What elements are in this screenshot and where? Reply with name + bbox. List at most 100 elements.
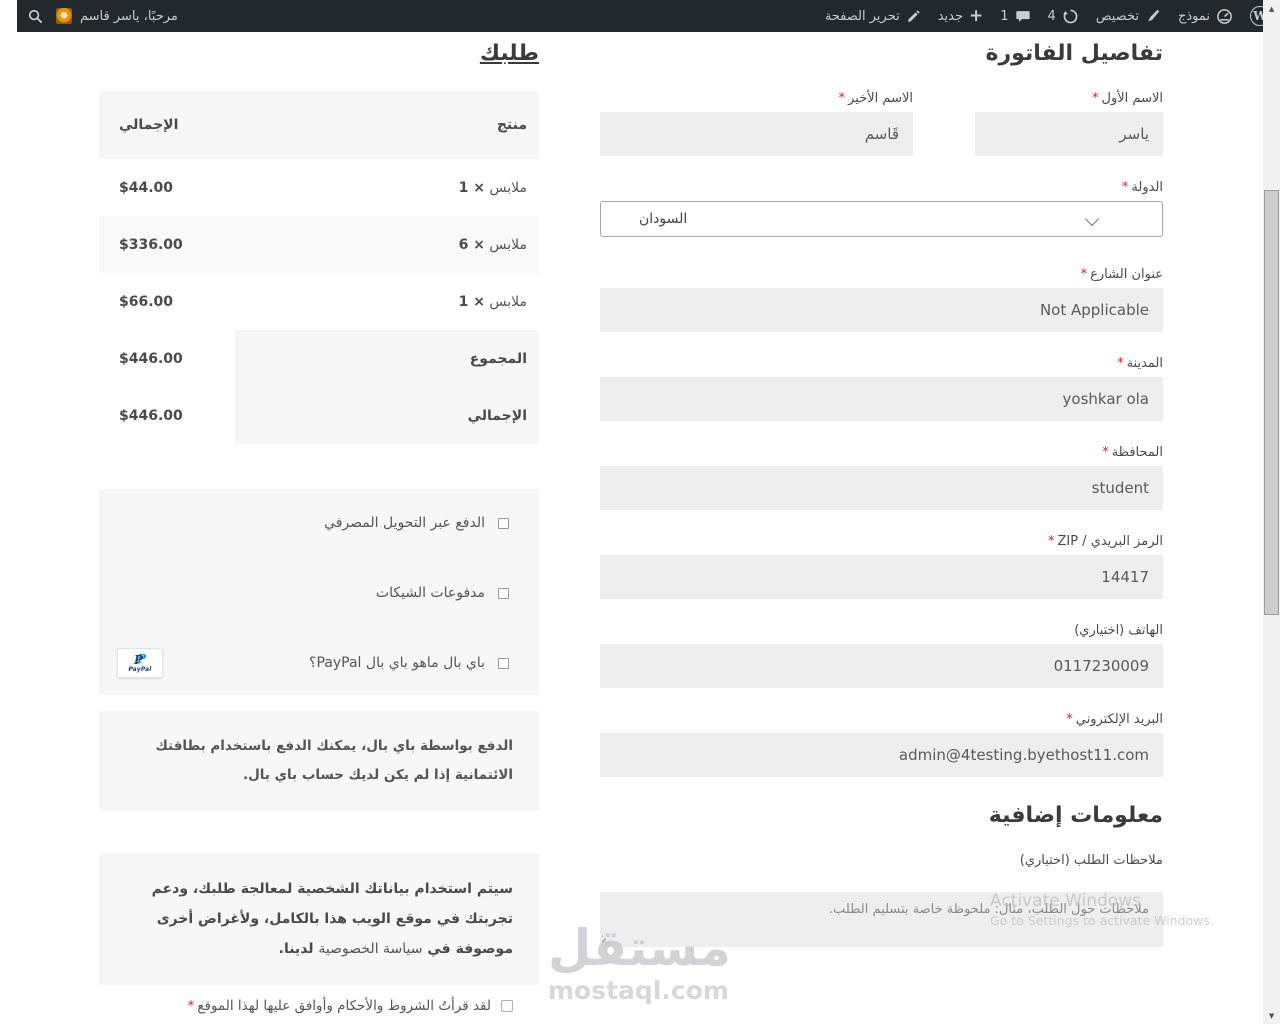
- email-field[interactable]: [600, 733, 1163, 777]
- order-notes-label: ملاحظات الطلب (اختياري): [1019, 853, 1163, 868]
- comments-menu[interactable]: 1: [1000, 0, 1030, 32]
- search-icon: [27, 8, 44, 25]
- your-order-heading: طلبك: [479, 41, 539, 66]
- product-name: ملابس: [489, 293, 527, 310]
- city-label: المدينة*: [1117, 356, 1163, 371]
- order-review-table: منتج الإجمالي ملابس × 1 $44.00 ملابس × 6…: [99, 91, 539, 444]
- country-label: الدولة*: [1121, 180, 1163, 195]
- city-field[interactable]: [600, 377, 1163, 421]
- billing-details-section: تفاصيل الفاتورة الاسم الأول* الاسم الأخي…: [600, 32, 1163, 947]
- payment-methods-panel: الدفع عبر التحويل المصرفي مدفوعات الشيكا…: [99, 489, 539, 695]
- privacy-policy-panel: سيتم استخدام بياناتك الشخصية لمعالجة طلب…: [99, 853, 539, 985]
- product-name: ملابس: [489, 179, 527, 196]
- check-payments-radio[interactable]: [498, 587, 509, 599]
- terms-row: لقد قرأتُ الشروط والأحكام وأوافق عليها ل…: [99, 997, 513, 1015]
- updates-icon: [1062, 8, 1079, 25]
- first-name-field[interactable]: [975, 112, 1163, 156]
- admin-bar-secondary-group: مرحبًا، ياسر قاسم: [27, 0, 178, 32]
- order-notes-field[interactable]: [600, 892, 1163, 947]
- payment-method-bank-transfer: الدفع عبر التحويل المصرفي: [125, 513, 509, 533]
- subtotal-row: المجموع $446.00: [99, 330, 539, 387]
- chevron-down-icon: [1084, 211, 1100, 227]
- product-qty: × 1: [458, 293, 485, 310]
- subtotal-value: $446.00: [119, 350, 183, 367]
- additional-info-heading: معلومات إضافية: [988, 803, 1163, 828]
- last-name-group: الاسم الأخير*: [600, 91, 913, 156]
- check-payments-label[interactable]: مدفوعات الشيكات: [376, 585, 485, 601]
- email-label: البريد الإلكتروني*: [1066, 712, 1163, 727]
- phone-group: الهاتف (اختياري): [600, 623, 1163, 688]
- edit-page-label: تحرير الصفحة: [824, 8, 900, 24]
- last-name-label: الاسم الأخير*: [838, 91, 913, 106]
- site-name-menu[interactable]: نموذج: [1178, 0, 1233, 32]
- customize-label: تخصيص: [1095, 8, 1139, 24]
- order-notes-wrap: [600, 892, 1163, 947]
- admin-search[interactable]: [27, 0, 44, 32]
- phone-label: الهاتف (اختياري): [1074, 623, 1163, 638]
- comments-count: 1: [1000, 8, 1009, 24]
- mostaql-domain-wordmark: mostaql.com: [548, 976, 729, 1005]
- wp-admin-bar: W نموذج تخصيص 4 1 + جديد تحرير الصفحة مر…: [17, 0, 1280, 32]
- payment-method-check: مدفوعات الشيكات: [125, 583, 509, 603]
- street-address-field[interactable]: [600, 288, 1163, 332]
- line-total: $336.00: [119, 236, 183, 253]
- edit-page-menu[interactable]: تحرير الصفحة: [825, 0, 921, 32]
- phone-field[interactable]: [600, 644, 1163, 688]
- paintbrush-icon: [1145, 8, 1161, 24]
- bank-transfer-radio[interactable]: [498, 517, 509, 529]
- paypal-description-panel: الدفع بواسطة باي بال، يمكنك الدفع باستخد…: [99, 711, 539, 811]
- privacy-policy-link[interactable]: سياسة الخصوصية: [318, 941, 422, 957]
- paypal-label[interactable]: باي بال ماهو باي بال PayPal؟: [309, 655, 485, 671]
- order-item-row: ملابس × 1 $66.00: [99, 273, 539, 330]
- state-field[interactable]: [600, 466, 1163, 510]
- zip-field[interactable]: [600, 555, 1163, 599]
- site-name-label: نموذج: [1177, 8, 1210, 24]
- email-group: البريد الإلكتروني*: [600, 712, 1163, 777]
- terms-checkbox[interactable]: [501, 1000, 513, 1012]
- terms-label[interactable]: لقد قرأتُ الشروط والأحكام وأوافق عليها ل…: [188, 998, 491, 1014]
- product-column-header: منتج: [496, 117, 527, 133]
- street-label: عنوان الشارع*: [1080, 267, 1163, 282]
- bank-transfer-label[interactable]: الدفع عبر التحويل المصرفي: [324, 515, 485, 531]
- privacy-text-after: لدينا.: [278, 941, 314, 957]
- country-selected-value: السودان: [639, 211, 688, 227]
- city-group: المدينة*: [600, 356, 1163, 421]
- last-name-field[interactable]: [600, 112, 913, 156]
- updates-count: 4: [1047, 8, 1056, 24]
- vertical-scrollbar[interactable]: ▲ ▼: [1263, 0, 1280, 1024]
- line-total: $66.00: [119, 293, 174, 310]
- country-group: الدولة* السودان: [600, 180, 1163, 237]
- updates-menu[interactable]: 4: [1048, 0, 1079, 32]
- paypal-logo: P P PayPal: [117, 648, 163, 678]
- order-item-row: ملابس × 6 $336.00: [99, 216, 539, 273]
- subtotal-label: المجموع: [235, 330, 539, 387]
- scrollbar-up-arrow[interactable]: ▲: [1263, 0, 1280, 17]
- product-name: ملابس: [489, 236, 527, 253]
- billing-heading: تفاصيل الفاتورة: [985, 41, 1164, 66]
- street-group: عنوان الشارع*: [600, 267, 1163, 332]
- line-total: $44.00: [119, 179, 174, 196]
- payment-method-paypal: باي بال ماهو باي بال PayPal؟ P P PayPal: [117, 648, 509, 678]
- new-label: جديد: [937, 8, 964, 24]
- my-account-menu[interactable]: مرحبًا، ياسر قاسم: [56, 0, 178, 32]
- pencil-icon: [906, 9, 921, 24]
- paypal-radio[interactable]: [498, 657, 509, 669]
- product-qty: × 1: [458, 179, 485, 196]
- new-content-menu[interactable]: + جديد: [938, 0, 984, 32]
- name-fields-row: الاسم الأول* الاسم الأخير*: [600, 91, 1163, 156]
- zip-group: الرمز البريدي / ZIP*: [600, 534, 1163, 599]
- total-row: الإجمالي $446.00: [99, 387, 539, 444]
- product-qty: × 6: [458, 236, 485, 253]
- order-review-section: طلبك منتج الإجمالي ملابس × 1 $44.00 ملاب…: [99, 32, 539, 1024]
- scrollbar-down-arrow[interactable]: ▼: [1263, 1007, 1280, 1024]
- first-name-group: الاسم الأول*: [975, 91, 1163, 156]
- order-table-header-row: منتج الإجمالي: [99, 91, 539, 159]
- total-label: الإجمالي: [235, 387, 539, 444]
- scrollbar-thumb[interactable]: [1264, 190, 1279, 615]
- country-select[interactable]: السودان: [600, 201, 1163, 237]
- customize-menu[interactable]: تخصيص: [1096, 0, 1161, 32]
- paypal-wordmark: PayPal: [128, 666, 152, 673]
- admin-bar-main-group: W نموذج تخصيص 4 1 + جديد تحرير الصفحة: [825, 0, 1270, 32]
- order-item-row: ملابس × 1 $44.00: [99, 159, 539, 216]
- comment-bubble-icon: [1015, 8, 1031, 24]
